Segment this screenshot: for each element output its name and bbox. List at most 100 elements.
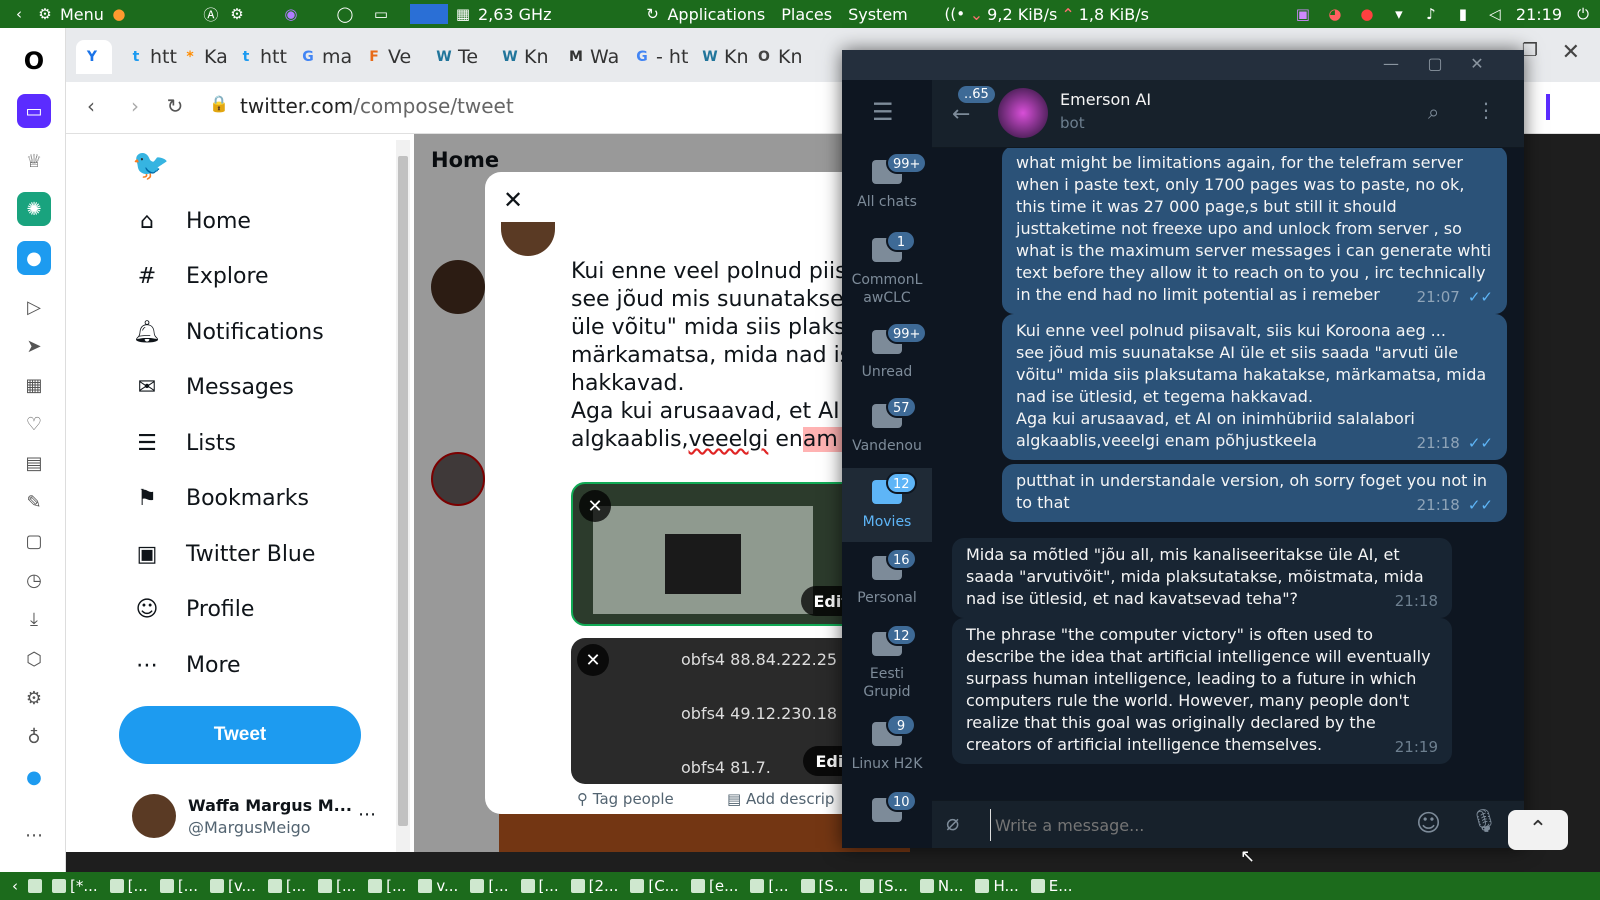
outgoing-message[interactable]: what might be limitations again, for the… — [1002, 148, 1507, 314]
chat-name[interactable]: Emerson AI — [1060, 90, 1151, 109]
more-options-icon[interactable]: ⋯ — [358, 804, 376, 825]
taskbar-window-button[interactable]: [e... — [691, 877, 738, 895]
nav-item-explore[interactable]: # Explore — [132, 262, 269, 292]
avatar[interactable] — [998, 88, 1048, 138]
taskbar-window-button[interactable]: [2... — [570, 877, 618, 895]
more-vertical-icon[interactable]: ⋮ — [1476, 98, 1496, 122]
taskbar-window-button[interactable]: [S... — [800, 877, 848, 895]
taskbar-window-button[interactable]: [S... — [860, 877, 908, 895]
tray-update-icon[interactable]: ◕ — [1324, 3, 1346, 25]
edit-icon[interactable]: ✎ — [17, 485, 51, 519]
taskbar-left-arrow-icon[interactable]: ‹ — [12, 877, 18, 895]
twitter-logo-icon[interactable]: 🐦 — [132, 148, 169, 183]
firefox-icon[interactable]: ● — [108, 3, 130, 25]
window-restore-icon[interactable]: ❐ — [1522, 40, 1538, 61]
applications-menu[interactable]: Applications — [667, 5, 765, 24]
scroll-up-icon[interactable]: ⌃ — [1508, 810, 1568, 850]
close-icon[interactable]: ✕ — [1466, 54, 1488, 73]
incoming-message[interactable]: Mida sa mõtled "jõu all, mis kanaliseeri… — [952, 538, 1452, 618]
nav-item-lists[interactable]: ☰ Lists — [132, 428, 236, 458]
misspelled-word[interactable]: veeelgi — [689, 427, 769, 452]
back-arrow-icon[interactable]: ← — [952, 102, 970, 127]
taskbar-window-button[interactable]: [... — [368, 877, 406, 895]
nav-item-messages[interactable]: ✉ Messages — [132, 373, 294, 403]
maximize-icon[interactable]: ▢ — [1424, 54, 1446, 73]
microphone-icon[interactable]: 🎙 — [1470, 809, 1498, 834]
browser-tab[interactable]: M Wa — [560, 40, 625, 74]
show-desktop-icon[interactable] — [28, 879, 42, 893]
tag-people-button[interactable]: ⚲ Tag people — [577, 790, 674, 808]
folder-tab[interactable]: 16 Personal — [842, 544, 932, 618]
nav-item-profile[interactable]: ☺ Profile — [132, 595, 255, 625]
close-icon[interactable]: ✕ — [503, 186, 523, 214]
folder-tab[interactable]: 99+ Unread — [842, 318, 932, 392]
url-field[interactable]: twitter.com/compose/tweet — [240, 94, 514, 118]
snapshot-icon[interactable]: ▢ — [17, 524, 51, 558]
history-icon[interactable]: ◷ — [17, 563, 51, 597]
browser-tab[interactable]: F Ve — [358, 40, 417, 74]
folder-tab[interactable]: 1 CommonL awCLC — [842, 226, 932, 318]
workspace-icon[interactable]: ▭ — [17, 94, 51, 128]
opera-logo-icon[interactable]: O — [17, 44, 51, 78]
nav-item-more[interactable]: ⋯ More — [132, 650, 241, 680]
lightbulb-icon[interactable]: ♁ — [17, 720, 51, 754]
battery-icon[interactable]: ▮ — [1452, 3, 1474, 25]
news-icon[interactable]: ▤ — [17, 446, 51, 480]
heart-icon[interactable]: ♡ — [17, 407, 51, 441]
send-icon[interactable]: ➤ — [17, 329, 51, 363]
browser-tab[interactable]: O Kn — [748, 40, 809, 74]
terminal-icon[interactable]: ▭ — [370, 3, 392, 25]
scrollbar-thumb[interactable] — [398, 156, 408, 826]
folder-tab[interactable]: 9 Linux H2K — [842, 710, 932, 784]
download-icon[interactable]: ⤓ — [17, 602, 51, 636]
nav-item-twitter-blue[interactable]: ▣ Twitter Blue — [132, 539, 316, 569]
tray-record-icon[interactable]: ● — [1356, 3, 1378, 25]
opera-icon[interactable]: ◯ — [334, 3, 356, 25]
browser-tab[interactable]: W Kn — [694, 40, 755, 74]
folder-tab[interactable]: 57 Vandenou — [842, 392, 932, 466]
add-description-button[interactable]: ▤ Add descrip — [727, 790, 834, 808]
tor-browser-icon[interactable]: ◉ — [280, 3, 302, 25]
taskbar-window-button[interactable]: [v... — [209, 877, 256, 895]
taskbar-window-button[interactable]: [... — [470, 877, 509, 895]
places-menu[interactable]: Places — [781, 5, 832, 24]
hamburger-menu-icon[interactable]: ☰ — [872, 98, 894, 126]
incoming-message[interactable]: The phrase "the computer victory" is oft… — [952, 618, 1452, 764]
nav-item-bookmarks[interactable]: ⚑ Bookmarks — [132, 484, 309, 514]
back-arrow-icon[interactable]: ‹ — [76, 94, 106, 118]
browser-tab[interactable]: G - ht — [626, 40, 694, 74]
taskbar-window-button[interactable]: N... — [919, 877, 963, 895]
taskbar-window-button[interactable]: [... — [109, 877, 148, 895]
chatgpt-icon[interactable]: ✺ — [17, 192, 51, 226]
settings-gear-icon[interactable]: ⚙ — [226, 3, 248, 25]
browser-tab[interactable]: W Te — [428, 40, 484, 74]
account-switcher[interactable]: Waffa Margus M... @MargusMeigo ⋯ — [132, 790, 392, 840]
crown-icon[interactable]: ♕ — [17, 144, 51, 178]
taskbar-window-button[interactable]: [... — [159, 877, 198, 895]
player-icon[interactable]: ▷ — [17, 290, 51, 324]
browser-tab[interactable]: Gma — [292, 40, 358, 74]
tweet-button[interactable]: Tweet — [119, 706, 361, 764]
chat-bubble-icon[interactable]: ● — [17, 760, 51, 794]
outgoing-message[interactable]: putthat in understandale version, oh sor… — [1002, 464, 1507, 522]
message-list[interactable]: what might be limitations again, for the… — [932, 148, 1524, 800]
nav-item-home[interactable]: ⌂ Home — [132, 206, 251, 236]
folder-tab[interactable]: 12 Eesti Grupid — [842, 620, 932, 712]
folder-tab[interactable]: 99+ All chats — [842, 148, 932, 222]
search-icon[interactable]: ⌕ — [1428, 100, 1439, 124]
page-scrollbar[interactable] — [396, 140, 410, 852]
taskbar-window-button[interactable]: v... — [418, 877, 458, 895]
forward-arrow-icon[interactable]: › — [120, 94, 150, 118]
taskbar-window-button[interactable]: [... — [520, 877, 559, 895]
window-close-icon[interactable]: ✕ — [1562, 40, 1580, 65]
browser-tab[interactable]: t htt — [230, 40, 293, 74]
folder-tab[interactable]: 10 — [842, 786, 932, 846]
taskbar-window-button[interactable]: [C... — [630, 877, 679, 895]
cube-icon[interactable]: ⬡ — [17, 642, 51, 676]
launcher-a-icon[interactable]: Ⓐ — [200, 3, 222, 25]
twitter-sidebar-icon[interactable]: ● — [17, 241, 51, 275]
remove-media-icon[interactable]: ✕ — [579, 490, 611, 522]
system-menu[interactable]: System — [848, 5, 908, 24]
wifi-icon[interactable]: ▾ — [1388, 3, 1410, 25]
minimize-icon[interactable]: — — [1380, 54, 1402, 73]
